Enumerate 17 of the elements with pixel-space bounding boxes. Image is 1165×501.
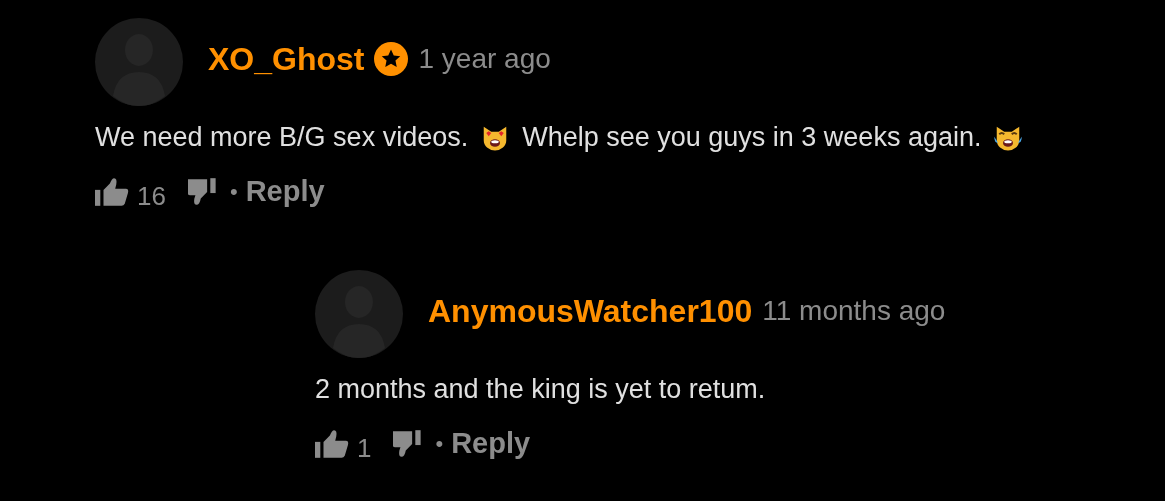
like-count: 1	[357, 433, 372, 464]
username-link[interactable]: AnymousWatcher100	[428, 292, 753, 330]
like-count: 16	[137, 181, 166, 212]
thumbs-up-icon[interactable]	[95, 176, 129, 207]
comment-text: Whelp see you guys in 3 weeks again.	[522, 122, 982, 153]
avatar-icon	[95, 18, 183, 106]
comment-text: 2 months and the king is yet to retum.	[315, 374, 766, 405]
separator-dot: •	[435, 430, 444, 457]
avatar-icon	[315, 270, 403, 358]
timestamp: 1 year ago	[418, 43, 551, 75]
timestamp: 11 months ago	[762, 295, 946, 327]
username-link[interactable]: XO_Ghost	[208, 40, 365, 78]
comment-text: We need more B/G sex videos.	[95, 122, 469, 153]
separator-dot: •	[229, 178, 238, 205]
thumbs-up-icon[interactable]	[315, 428, 349, 459]
reply-button[interactable]: Reply	[245, 175, 325, 208]
reply-button[interactable]: Reply	[451, 427, 531, 460]
